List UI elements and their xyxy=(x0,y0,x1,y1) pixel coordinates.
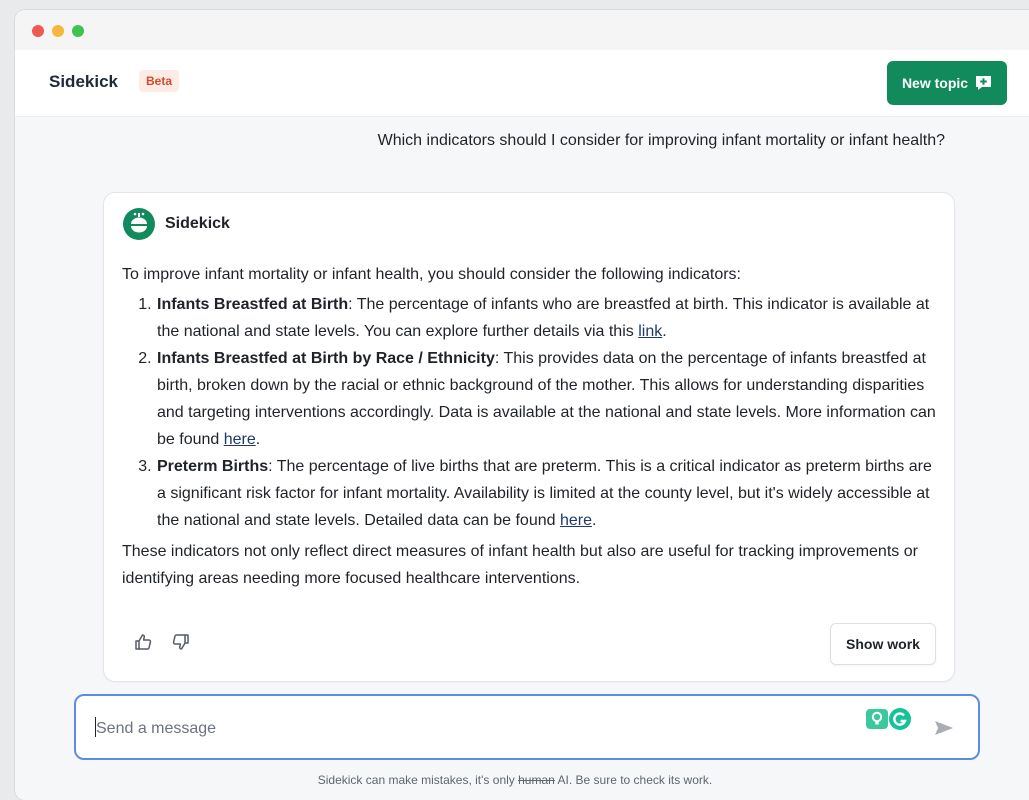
indicator-list: Infants Breastfed at Birth : The percenta… xyxy=(122,291,937,534)
indicator-link[interactable]: here xyxy=(560,512,592,529)
hint-bulb-icon[interactable] xyxy=(866,709,888,729)
assistant-message-body: To improve infant mortality or infant he… xyxy=(122,261,937,592)
message-input[interactable] xyxy=(94,716,838,742)
closing-text: These indicators not only reflect direct… xyxy=(122,543,918,587)
list-item: Infants Breastfed at Birth: The percenta… xyxy=(156,291,937,345)
close-window-button[interactable] xyxy=(32,25,44,37)
assistant-message-card: Sidekick To improve infant mortality or … xyxy=(103,192,955,682)
indicator-text: : The percentage of live births that are… xyxy=(157,458,932,529)
disclaimer-struck: human xyxy=(518,773,555,787)
disclaimer-after: AI. Be sure to check its work. xyxy=(554,773,713,787)
disclaimer: Sidekick can make mistakes, it's only hu… xyxy=(15,773,1029,787)
new-topic-button[interactable]: New topic xyxy=(887,61,1007,105)
list-item: Infants Breastfed at Birth by Race / Eth… xyxy=(156,345,937,453)
sidekick-bot-icon xyxy=(123,208,155,240)
text-caret xyxy=(95,717,96,737)
assistant-header: Sidekick xyxy=(123,208,230,240)
indicator-title: Preterm Births xyxy=(157,458,269,475)
indicator-after: . xyxy=(662,323,667,340)
send-icon[interactable] xyxy=(934,720,954,736)
app-header: Sidekick Beta New topic xyxy=(15,50,1029,117)
indicator-after: . xyxy=(591,512,597,529)
grammarly-icon[interactable] xyxy=(889,708,911,730)
minimize-window-button[interactable] xyxy=(52,25,64,37)
disclaimer-before: Sidekick can make mistakes, it's only xyxy=(317,773,519,787)
message-composer xyxy=(74,694,980,760)
maximize-window-button[interactable] xyxy=(72,25,84,37)
title-bar xyxy=(15,10,1029,50)
indicator-title: Infants Breastfed at Birth xyxy=(157,296,349,313)
user-message: Which indicators should I consider for i… xyxy=(377,132,945,149)
assistant-name: Sidekick xyxy=(165,215,230,232)
feedback-actions xyxy=(134,633,190,651)
beta-badge: Beta xyxy=(139,70,180,92)
intro-text: To improve infant mortality or infant he… xyxy=(122,266,741,283)
list-item: Preterm Births: The percentage of live b… xyxy=(156,453,937,534)
indicator-link[interactable]: here xyxy=(224,431,256,448)
indicator-link[interactable]: link xyxy=(638,323,662,340)
app-window: Sidekick Beta New topic Which indicators… xyxy=(15,10,1029,800)
indicator-title: Infants Breastfed at Birth by Race / Eth… xyxy=(157,350,495,367)
indicator-after: . xyxy=(255,431,261,448)
new-topic-label: New topic xyxy=(901,75,969,91)
chat-plus-icon xyxy=(976,76,992,90)
thumbs-down-icon[interactable] xyxy=(172,633,190,651)
thumbs-up-icon[interactable] xyxy=(134,633,152,651)
show-work-button[interactable]: Show work xyxy=(830,623,936,665)
brand-title: Sidekick xyxy=(49,72,118,91)
